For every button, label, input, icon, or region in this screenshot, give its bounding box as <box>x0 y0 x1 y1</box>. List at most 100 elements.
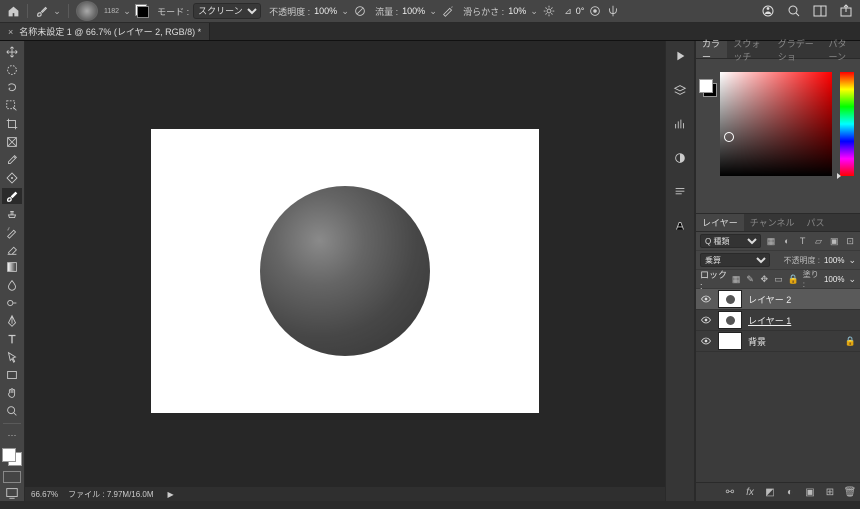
foreground-background-swatch[interactable] <box>2 448 22 466</box>
layer-filter-select[interactable]: Q 種類 <box>700 234 761 248</box>
opacity-value[interactable]: 100% <box>314 6 337 16</box>
tab-paths[interactable]: パス <box>800 214 830 231</box>
layers-stack-icon[interactable] <box>671 81 689 99</box>
new-layer-icon[interactable]: ⊞ <box>824 486 836 498</box>
chevron-down-icon[interactable]: ⌄ <box>530 6 538 17</box>
cloud-docs-icon[interactable] <box>760 3 776 19</box>
quick-select-tool[interactable] <box>2 98 22 114</box>
angle-value[interactable]: 0° <box>576 6 585 16</box>
home-icon[interactable] <box>6 4 20 18</box>
tab-color[interactable]: カラー <box>696 41 727 58</box>
type-tool[interactable] <box>2 331 22 347</box>
symmetry-icon[interactable] <box>606 4 620 18</box>
lock-all-icon[interactable]: 🔒 <box>788 273 799 285</box>
canvas-area[interactable]: 66.67% ファイル : 7.97M/16.0M ▶ <box>25 41 665 501</box>
hue-slider[interactable] <box>840 72 854 176</box>
chevron-down-icon[interactable]: ⌄ <box>123 6 131 17</box>
filter-pixel-icon[interactable]: ▦ <box>765 235 777 247</box>
status-menu-icon[interactable]: ▶ <box>168 490 174 499</box>
zoom-tool[interactable] <box>2 403 22 419</box>
chevron-down-icon[interactable]: ⌄ <box>429 6 437 17</box>
filter-smart-icon[interactable]: ▣ <box>828 235 840 247</box>
pen-tool[interactable] <box>2 313 22 329</box>
quickmask-toggle[interactable] <box>3 471 21 484</box>
layer-row[interactable]: レイヤー 1 <box>696 310 860 331</box>
histogram-icon[interactable] <box>671 115 689 133</box>
chevron-down-icon[interactable]: ⌄ <box>53 6 61 17</box>
edit-toolbar-icon[interactable]: ⋯ <box>2 428 22 444</box>
visibility-eye-icon[interactable] <box>700 314 712 326</box>
gear-icon[interactable] <box>542 4 556 18</box>
chevron-down-icon[interactable]: ⌄ <box>848 274 856 285</box>
visibility-eye-icon[interactable] <box>700 335 712 347</box>
workspace-icon[interactable] <box>812 3 828 19</box>
eraser-tool[interactable] <box>2 241 22 257</box>
spot-heal-tool[interactable] <box>2 170 22 186</box>
filter-shape-icon[interactable]: ▱ <box>813 235 825 247</box>
character-icon[interactable] <box>671 217 689 235</box>
filter-type-icon[interactable]: T <box>797 235 809 247</box>
lock-icon[interactable]: 🔒 <box>845 336 856 347</box>
mask-icon[interactable]: ◩ <box>764 486 776 498</box>
blend-mode-layer-select[interactable]: 乗算 <box>700 253 770 267</box>
layer-row[interactable]: 背景🔒 <box>696 331 860 352</box>
crop-tool[interactable] <box>2 116 22 132</box>
brush-preset-swatch[interactable] <box>76 1 98 21</box>
lock-position-icon[interactable]: ✥ <box>759 273 769 285</box>
chevron-down-icon[interactable]: ⌄ <box>341 6 349 17</box>
frame-tool[interactable] <box>2 134 22 150</box>
layer-row[interactable]: レイヤー 2 <box>696 289 860 310</box>
group-icon[interactable]: ▣ <box>804 486 816 498</box>
close-tab-icon[interactable]: × <box>8 27 13 37</box>
eyedropper-tool[interactable] <box>2 152 22 168</box>
gradient-tool[interactable] <box>2 259 22 275</box>
tab-patterns[interactable]: パターン <box>822 41 860 58</box>
screen-mode-icon[interactable] <box>2 485 22 501</box>
marquee-tool[interactable] <box>2 62 22 78</box>
brush-tool-icon[interactable] <box>35 4 49 18</box>
tab-gradients[interactable]: グラデーショ <box>772 41 823 58</box>
search-icon[interactable] <box>786 3 802 19</box>
brush-panel-icon[interactable] <box>135 4 149 18</box>
dodge-tool[interactable] <box>2 295 22 311</box>
tab-swatches[interactable]: スウォッチ <box>727 41 771 58</box>
adjustments-icon[interactable] <box>671 149 689 167</box>
trash-icon[interactable]: 🗑 <box>844 486 856 498</box>
blur-tool[interactable] <box>2 277 22 293</box>
smoothing-value[interactable]: 10% <box>508 6 526 16</box>
share-icon[interactable] <box>838 3 854 19</box>
visibility-eye-icon[interactable] <box>700 293 712 305</box>
document-tab[interactable]: × 名称未設定 1 @ 66.7% (レイヤー 2, RGB/8) * <box>0 23 210 40</box>
filter-toggle-icon[interactable]: ⊡ <box>844 235 856 247</box>
adjustment-layer-icon[interactable]: ◐ <box>784 486 796 498</box>
hand-tool[interactable] <box>2 385 22 401</box>
color-panel-fgbg[interactable] <box>699 79 717 97</box>
lock-paint-icon[interactable]: ✎ <box>745 273 755 285</box>
airbrush-icon[interactable] <box>441 4 455 18</box>
blend-mode-select[interactable]: スクリーン <box>193 3 261 19</box>
fx-icon[interactable]: fx <box>744 486 756 498</box>
pressure-size-icon[interactable] <box>588 4 602 18</box>
brush-tool[interactable] <box>2 188 22 204</box>
paragraph-icon[interactable] <box>671 183 689 201</box>
fill-value[interactable]: 100% <box>824 275 844 284</box>
link-layers-icon[interactable]: ⚯ <box>724 486 736 498</box>
filter-adjust-icon[interactable]: ◐ <box>781 235 793 247</box>
tab-layers[interactable]: レイヤー <box>696 214 744 231</box>
color-field[interactable] <box>720 72 832 176</box>
tab-channels[interactable]: チャンネル <box>744 214 801 231</box>
flow-value[interactable]: 100% <box>402 6 425 16</box>
lasso-tool[interactable] <box>2 80 22 96</box>
pressure-opacity-icon[interactable] <box>353 4 367 18</box>
clone-stamp-tool[interactable] <box>2 206 22 222</box>
lock-artboard-icon[interactable]: ▭ <box>773 273 783 285</box>
history-brush-tool[interactable] <box>2 224 22 240</box>
play-icon[interactable] <box>671 47 689 65</box>
path-select-tool[interactable] <box>2 349 22 365</box>
shape-tool[interactable] <box>2 367 22 383</box>
chevron-down-icon[interactable]: ⌄ <box>848 255 856 266</box>
move-tool[interactable] <box>2 44 22 60</box>
lock-transparent-icon[interactable]: ▦ <box>731 273 741 285</box>
layer-opacity-value[interactable]: 100% <box>824 256 844 265</box>
zoom-value[interactable]: 66.67% <box>31 490 58 499</box>
